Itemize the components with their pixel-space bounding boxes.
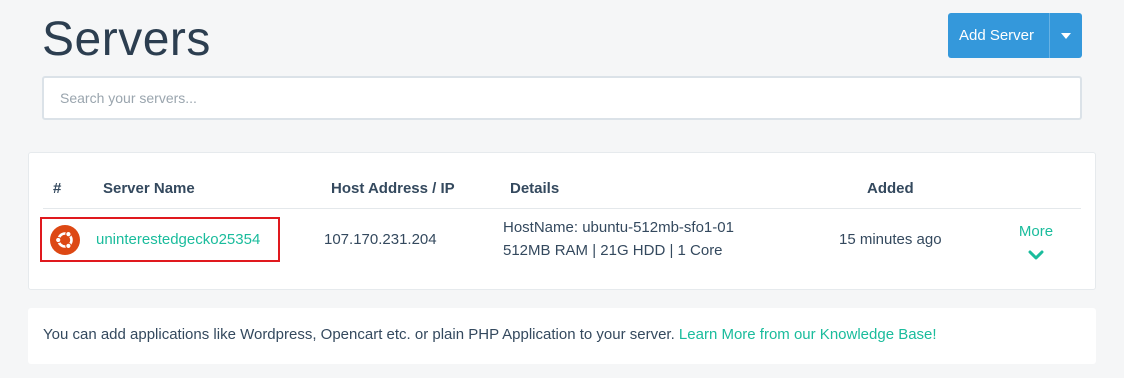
server-name-link[interactable]: uninterestedgecko25354 (96, 231, 260, 248)
column-header-details: Details (510, 180, 560, 197)
chevron-down-icon[interactable] (1028, 249, 1044, 261)
info-message: You can add applications like Wordpress,… (43, 326, 937, 343)
header-divider (43, 208, 1081, 209)
info-panel: You can add applications like Wordpress,… (28, 308, 1096, 364)
column-header-number: # (53, 180, 62, 197)
servers-table: # Server Name Host Address / IP Details … (28, 152, 1096, 290)
info-text: You can add applications like Wordpress,… (43, 326, 679, 343)
knowledge-base-link[interactable]: Learn More from our Knowledge Base! (679, 326, 937, 343)
page-title: Servers (42, 13, 211, 66)
column-header-added: Added (867, 180, 914, 197)
add-server-button[interactable]: Add Server (948, 13, 1049, 58)
host-address: 107.170.231.204 (324, 231, 437, 248)
column-header-server-name: Server Name (103, 180, 195, 197)
column-header-host-address: Host Address / IP (331, 180, 455, 197)
search-input[interactable] (42, 76, 1082, 120)
ubuntu-icon (50, 225, 80, 255)
details-specs: 512MB RAM | 21G HDD | 1 Core (503, 242, 723, 259)
added-time: 15 minutes ago (839, 231, 942, 248)
details-hostname: HostName: ubuntu-512mb-sfo1-01 (503, 219, 734, 236)
caret-down-icon[interactable] (1049, 13, 1082, 58)
add-server-button-group[interactable]: Add Server (948, 13, 1082, 58)
more-link[interactable]: More (1017, 223, 1055, 240)
